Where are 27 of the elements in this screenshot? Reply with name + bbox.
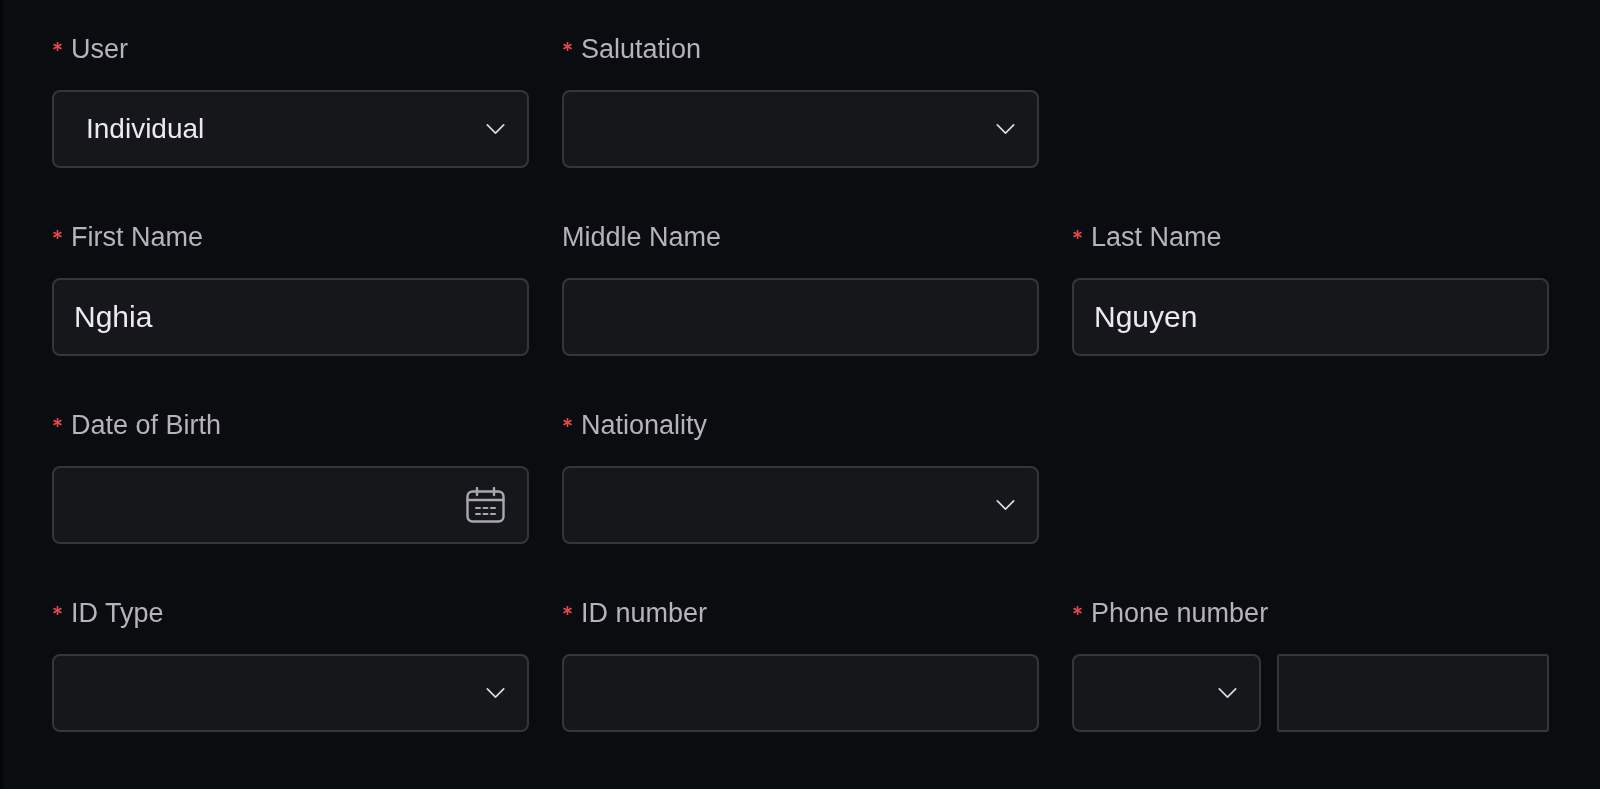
field-label: Middle Name (562, 221, 722, 254)
field-label: ID number (581, 597, 708, 630)
chevron-down-icon (486, 124, 505, 134)
date-field[interactable] (52, 466, 529, 544)
field-label: Nationality (581, 409, 708, 442)
field-label: Phone number (1091, 597, 1269, 630)
chevron-down-icon (486, 688, 505, 698)
calendar-icon[interactable] (466, 487, 505, 523)
phone-number-field[interactable] (1277, 654, 1549, 732)
dropdown-field[interactable] (562, 90, 1039, 168)
field-label: Date of Birth (71, 409, 222, 442)
country-code-dropdown[interactable] (1072, 654, 1261, 732)
chevron-down-icon (1218, 688, 1237, 698)
dropdown-field[interactable]: Individual (52, 90, 529, 168)
field-label: User (71, 33, 128, 66)
field-label: Last Name (1091, 221, 1222, 254)
field-label: Salutation (581, 33, 702, 66)
field-label: ID Type (71, 597, 164, 630)
dropdown-field[interactable] (52, 654, 529, 732)
text-field[interactable]: Nghia (52, 278, 529, 356)
dropdown-field[interactable] (562, 466, 1039, 544)
text-field[interactable]: Nguyen (1072, 278, 1549, 356)
text-field[interactable] (562, 654, 1039, 732)
field-label: First Name (71, 221, 203, 254)
text-field[interactable] (562, 278, 1039, 356)
chevron-down-icon (996, 500, 1015, 510)
chevron-down-icon (996, 124, 1015, 134)
